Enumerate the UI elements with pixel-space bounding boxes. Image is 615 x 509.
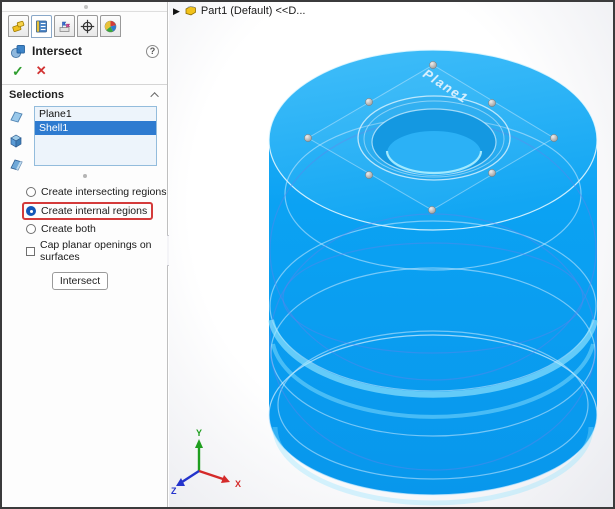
tab-property-manager[interactable] [31,15,52,38]
tree-root-label[interactable]: Part1 (Default) <<D... [201,5,306,17]
selections-header-label: Selections [9,89,153,101]
property-manager-panel: Intersect ? ✓ ✕ Selections [2,2,168,507]
part-icon [184,4,197,17]
solidworks-window: Intersect ? ✓ ✕ Selections [0,0,615,509]
radio-icon[interactable] [26,187,36,197]
manager-tab-bar [2,12,167,38]
selection-filter-icons [8,106,34,171]
checkbox-cap-planar-openings[interactable]: Cap planar openings on surfaces [26,239,167,263]
z-axis-label: Z [171,486,177,496]
model-canvas[interactable]: Plane1 Y X Z [169,2,615,507]
splitter-grip-icon [84,5,88,9]
pm-title: Intersect [32,44,140,58]
selection-item-shell1[interactable]: Shell1 [35,121,156,135]
radio-label: Create intersecting regions [41,186,166,198]
tab-feature-manager[interactable] [8,15,29,37]
pm-title-row: Intersect ? [2,38,167,62]
radio-icon[interactable] [26,224,36,234]
intersect-feature-icon [10,43,26,59]
radio-label: Create internal regions [41,205,147,217]
y-axis-arrow [195,439,203,448]
checkbox-icon[interactable] [26,247,35,256]
y-axis-label: Y [196,428,202,438]
radio-label: Create both [41,223,96,235]
listbox-resize-grip[interactable] [83,174,87,178]
selections-group-header[interactable]: Selections [2,85,167,104]
tab-display-manager[interactable] [100,15,121,37]
plane-icon [8,110,24,123]
radio-create-internal-regions[interactable]: Create internal regions [26,205,147,217]
intersect-options: Create intersecting regions Create inter… [26,186,167,263]
graphics-viewport[interactable]: ▶ Part1 (Default) <<D... [169,2,615,507]
solid-body-icon [8,133,24,148]
feature-manager-icon [11,19,26,34]
flyout-feature-tree: ▶ Part1 (Default) <<D... [173,4,305,17]
dimxpert-manager-icon [80,19,95,34]
property-manager-icon [34,19,49,34]
radio-checked-icon[interactable] [26,206,36,216]
cancel-button[interactable]: ✕ [36,64,47,78]
radio-create-intersecting-regions[interactable]: Create intersecting regions [26,186,167,198]
x-axis-label: X [235,479,241,489]
panel-top-splitter[interactable] [2,2,167,12]
radio-create-both[interactable]: Create both [26,223,167,235]
ok-button[interactable]: ✓ [12,64,24,78]
selection-listbox[interactable]: Plane1 Shell1 [34,106,157,166]
selections-group: Plane1 Shell1 [2,104,167,171]
pm-actions: ✓ ✕ [2,62,167,85]
checkbox-label: Cap planar openings on surfaces [40,239,167,263]
selection-item-plane1[interactable]: Plane1 [35,107,156,121]
display-manager-icon [103,19,118,34]
configuration-manager-icon [57,19,72,34]
tree-expand-arrow[interactable]: ▶ [173,5,180,17]
surface-body-icon [8,158,24,171]
intersect-button[interactable]: Intersect [52,272,108,290]
tab-dimxpert-manager[interactable] [77,15,98,37]
annotation-highlight-box: Create internal regions [22,202,153,220]
reference-triad: Y X Z [171,428,241,496]
help-icon[interactable]: ? [146,45,159,58]
tab-configuration-manager[interactable] [54,15,75,37]
